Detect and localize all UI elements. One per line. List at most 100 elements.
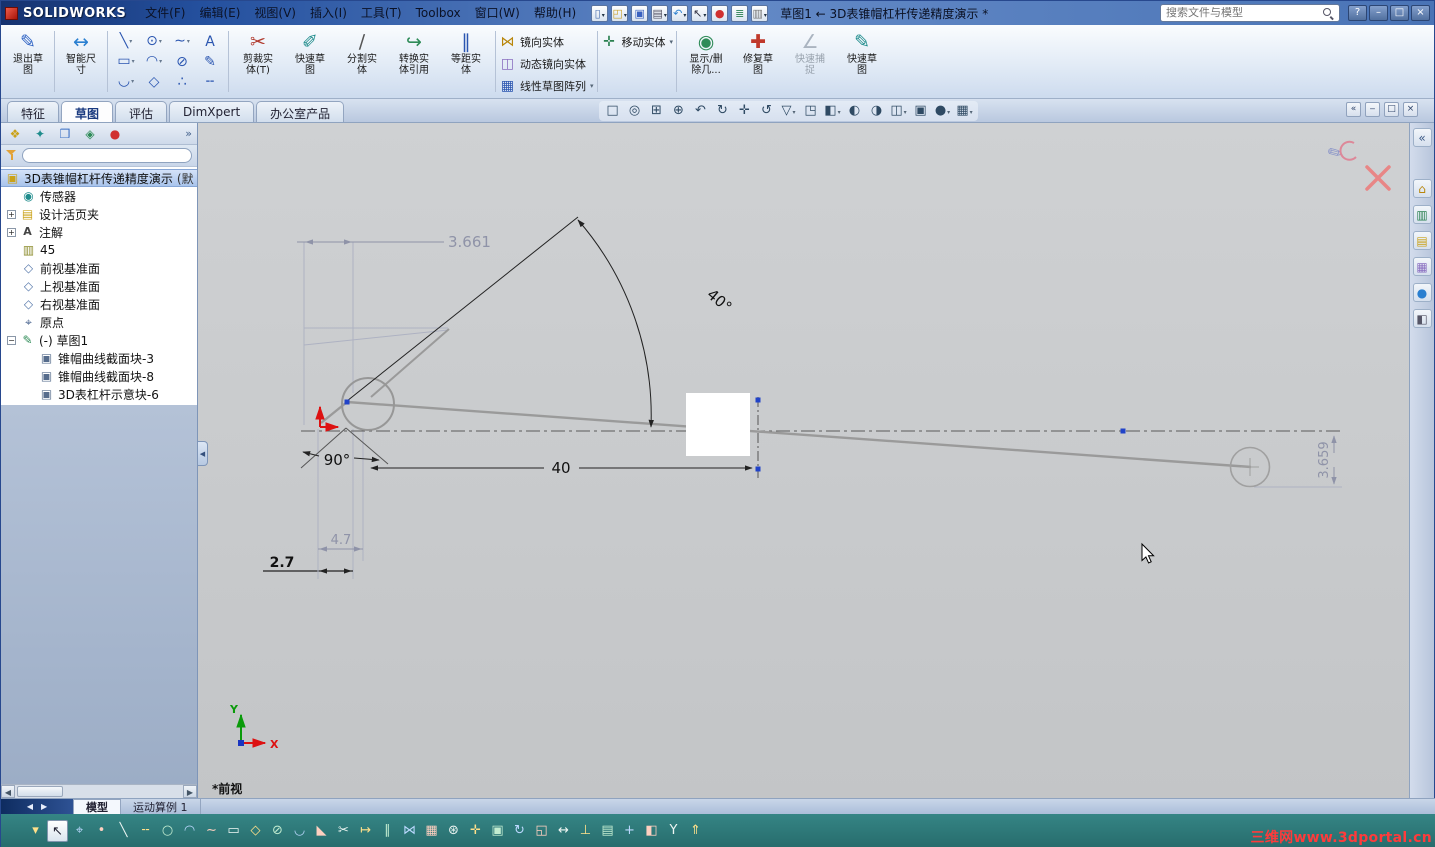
- offset-entities-button[interactable]: ∥ 等距实 体: [440, 27, 492, 96]
- status-point-icon[interactable]: •: [91, 820, 112, 842]
- menu-window[interactable]: 窗口(W): [468, 1, 527, 25]
- dynamic-mirror-button[interactable]: ◫ 动态镜向实体: [499, 54, 594, 74]
- trim-entities-button[interactable]: ✂ 剪裁实 体(T): [232, 27, 284, 96]
- spline-tool-icon[interactable]: ∼: [173, 33, 191, 50]
- tree-item-top-plane[interactable]: ◇ 上视基准面: [1, 277, 197, 295]
- dimension-3661[interactable]: 3.661: [297, 233, 491, 251]
- view-palette-icon[interactable]: ▦: [1412, 257, 1432, 276]
- status-origin-icon[interactable]: +: [619, 820, 640, 842]
- status-fillet-icon[interactable]: ◡: [289, 820, 310, 842]
- display-delete-relations-button[interactable]: ◉ 显示/删 除几...: [680, 27, 732, 96]
- tree-item-block-3[interactable]: ▣ 锥帽曲线截面块-3: [1, 349, 197, 367]
- camera-icon[interactable]: ▣: [910, 102, 931, 120]
- line-tool-icon[interactable]: ╲: [117, 33, 135, 50]
- menu-view[interactable]: 视图(V): [247, 1, 303, 25]
- doc-restore-button[interactable]: □: [1384, 102, 1399, 117]
- tree-item-origin[interactable]: ⌖ 原点: [1, 313, 197, 331]
- status-move-icon[interactable]: ✛: [465, 820, 486, 842]
- split-entities-button[interactable]: ∕ 分割实 体: [336, 27, 388, 96]
- file-explorer-icon[interactable]: ▤: [1412, 231, 1432, 250]
- status-mirror-icon[interactable]: ⋈: [399, 820, 420, 842]
- polygon-tool-icon[interactable]: ◇: [145, 74, 163, 90]
- menu-help[interactable]: 帮助(H): [527, 1, 583, 25]
- select-icon[interactable]: ↖: [691, 4, 709, 22]
- doc-dock-button[interactable]: «: [1346, 102, 1361, 117]
- tab-features[interactable]: 特征: [7, 101, 60, 122]
- status-circular-pattern-icon[interactable]: ⊛: [443, 820, 464, 842]
- construction-line-icon[interactable]: ╌: [201, 74, 219, 90]
- display-manager-tab-icon[interactable]: ●: [106, 125, 124, 143]
- status-copy-icon[interactable]: ▣: [487, 820, 508, 842]
- open-icon[interactable]: ◰: [611, 4, 629, 22]
- tab-office-products[interactable]: 办公室产品: [256, 101, 345, 122]
- zoom-area-icon[interactable]: ⊞: [646, 102, 667, 120]
- configuration-tab-icon[interactable]: ❒: [56, 125, 74, 143]
- quick-sketch-2-button[interactable]: ✎ 快速草 图: [836, 27, 888, 96]
- resources-home-icon[interactable]: ⌂: [1412, 179, 1432, 198]
- dim-right-text[interactable]: 3.659: [1317, 441, 1332, 478]
- scrollbar-thumb[interactable]: [17, 786, 63, 797]
- status-line-icon[interactable]: ╲: [113, 820, 134, 842]
- status-linear-pattern-icon[interactable]: ▦: [421, 820, 442, 842]
- dimension-47[interactable]: 4.7: [318, 533, 363, 552]
- expand-toggle[interactable]: +: [7, 227, 16, 237]
- fillet-tool-icon[interactable]: ◡: [117, 73, 135, 90]
- dimxpert-tab-icon[interactable]: ◈: [81, 125, 99, 143]
- tree-item-sensors[interactable]: ◉ 传感器: [1, 187, 197, 205]
- section-view-icon[interactable]: ◫: [888, 102, 909, 120]
- minimize-button[interactable]: –: [1369, 5, 1388, 21]
- tab-evaluate[interactable]: 评估: [115, 101, 168, 122]
- pencil-tool-icon[interactable]: ✎: [201, 54, 219, 70]
- mirror-entities-button[interactable]: ⋈ 镜向实体: [499, 32, 594, 52]
- arc-tool-icon[interactable]: ◠: [145, 53, 163, 70]
- zoom-fit-icon[interactable]: ◎: [624, 102, 645, 120]
- file-properties-icon[interactable]: ≣: [731, 4, 749, 22]
- tree-item-annotations[interactable]: + A 注解: [1, 223, 197, 241]
- rotate-view-icon[interactable]: ↻: [712, 102, 733, 120]
- status-snap-icon[interactable]: ⌖: [69, 820, 90, 842]
- help-button[interactable]: ?: [1348, 5, 1367, 21]
- ellipse-tool-icon[interactable]: ⊘: [173, 54, 191, 70]
- tree-item-block-6[interactable]: ▣ 3D表杠杆示意块-6: [1, 385, 197, 403]
- dimension-27[interactable]: 2.7: [263, 553, 353, 579]
- print-icon[interactable]: ▤: [651, 4, 669, 22]
- move-entities-button[interactable]: ✛ 移动实体: [601, 32, 674, 52]
- circle-tool-icon[interactable]: ⊙: [145, 33, 163, 50]
- custom-properties-icon[interactable]: ◧: [1412, 309, 1432, 328]
- status-trim-icon[interactable]: ✂: [333, 820, 354, 842]
- tab-scroll-right-icon[interactable]: ▶: [41, 802, 47, 811]
- confirmation-corner[interactable]: ✎: [1324, 141, 1391, 191]
- search-icon[interactable]: [1323, 7, 1334, 19]
- tree-item-block-8[interactable]: ▣ 锥帽曲线截面块-8: [1, 367, 197, 385]
- tree-item-right-plane[interactable]: ◇ 右视基准面: [1, 295, 197, 313]
- dimension-3659[interactable]: 3.659: [1317, 435, 1337, 485]
- smart-dimension-button[interactable]: ↔ 智能尺 寸: [58, 27, 104, 96]
- view-orientation-icon[interactable]: ▽: [778, 102, 799, 120]
- standard-views-icon[interactable]: ◳: [800, 102, 821, 120]
- cancel-sketch-x-icon[interactable]: [1365, 165, 1391, 191]
- repair-sketch-button[interactable]: ✚ 修复草 图: [732, 27, 784, 96]
- tab-scroll-left-icon[interactable]: ◀: [27, 802, 33, 811]
- display-style-icon[interactable]: ◧: [822, 102, 843, 120]
- taskpane-collapse-icon[interactable]: «: [1412, 128, 1432, 147]
- status-rectangle-icon[interactable]: ▭: [223, 820, 244, 842]
- angle-dimension-40deg[interactable]: 40°: [346, 216, 735, 428]
- tab-dimxpert[interactable]: DimXpert: [169, 101, 255, 122]
- status-ellipse-icon[interactable]: ⊘: [267, 820, 288, 842]
- sketch-lever-line[interactable]: [320, 328, 1252, 469]
- new-document-icon[interactable]: ▯: [591, 4, 609, 22]
- status-polygon-icon[interactable]: ◇: [245, 820, 266, 842]
- doc-close-button[interactable]: ×: [1403, 102, 1418, 117]
- save-icon[interactable]: ▣: [631, 4, 649, 22]
- appearances-icon[interactable]: ●: [932, 102, 953, 120]
- panel-tabs-overflow-button[interactable]: »: [185, 127, 192, 140]
- roll-view-icon[interactable]: ↺: [756, 102, 777, 120]
- featuremanager-tab-icon[interactable]: ❖: [6, 125, 24, 143]
- status-grid-icon[interactable]: ▤: [597, 820, 618, 842]
- tab-model[interactable]: 模型: [73, 799, 121, 814]
- status-split-icon[interactable]: Y: [663, 820, 684, 842]
- restore-button[interactable]: □: [1390, 5, 1409, 21]
- tab-sketch[interactable]: 草图: [61, 101, 114, 122]
- status-offset-icon[interactable]: ∥: [377, 820, 398, 842]
- hide-show-items-icon[interactable]: ◐: [844, 102, 865, 120]
